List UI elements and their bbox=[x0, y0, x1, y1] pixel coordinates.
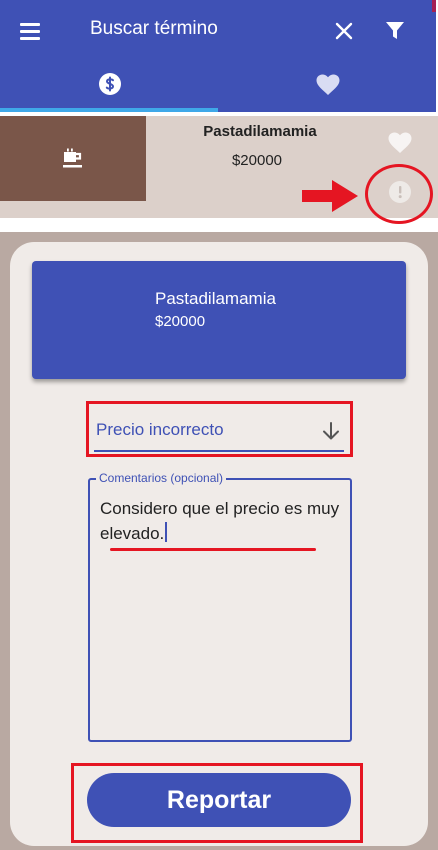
comments-value: Considero que el precio es muy elevado. bbox=[100, 496, 340, 546]
comments-label: Comentarios (opcional) bbox=[96, 471, 227, 485]
product-thumbnail bbox=[0, 116, 146, 201]
highlight-underline bbox=[110, 548, 316, 551]
submit-report-button[interactable]: Reportar bbox=[87, 773, 351, 827]
heart-icon bbox=[316, 74, 340, 95]
product-price: $20000 bbox=[231, 152, 283, 169]
search-field[interactable]: Buscar término bbox=[90, 18, 218, 40]
comments-text: Considero que el precio es muy elevado. bbox=[100, 499, 340, 543]
status-corner bbox=[432, 0, 436, 12]
product-summary-card: Pastadilamamia $20000 bbox=[32, 261, 406, 379]
arrow-down-icon bbox=[323, 422, 339, 440]
favorite-heart-icon[interactable] bbox=[388, 132, 412, 154]
product-list-screen: Buscar término Pastadilamamia $20000 bbox=[0, 0, 438, 228]
reason-dropdown[interactable]: Precio incorrecto bbox=[94, 414, 344, 452]
report-card: Pastadilamamia $20000 Precio incorrecto … bbox=[10, 242, 428, 846]
report-dialog-screen: Pastadilamamia $20000 Precio incorrecto … bbox=[0, 232, 438, 850]
reason-selected-value: Precio incorrecto bbox=[96, 420, 224, 439]
close-icon[interactable] bbox=[334, 21, 354, 41]
red-arrow-icon bbox=[302, 180, 358, 212]
tab-favorites[interactable] bbox=[218, 64, 436, 110]
summary-product-price: $20000 bbox=[155, 313, 206, 330]
tab-prices[interactable] bbox=[0, 64, 218, 110]
tab-indicator bbox=[0, 108, 218, 112]
highlight-circle bbox=[365, 164, 433, 224]
app-bar: Buscar término bbox=[0, 0, 436, 112]
dollar-icon bbox=[99, 73, 121, 95]
text-caret bbox=[165, 522, 168, 542]
filter-icon[interactable] bbox=[385, 20, 405, 42]
comments-textarea[interactable]: Comentarios (opcional) Considero que el … bbox=[88, 471, 352, 742]
summary-product-name: Pastadilamamia bbox=[155, 289, 276, 308]
menu-icon[interactable] bbox=[20, 22, 42, 40]
coffee-cup-icon bbox=[63, 148, 82, 168]
product-name: Pastadilamamia bbox=[203, 123, 317, 140]
